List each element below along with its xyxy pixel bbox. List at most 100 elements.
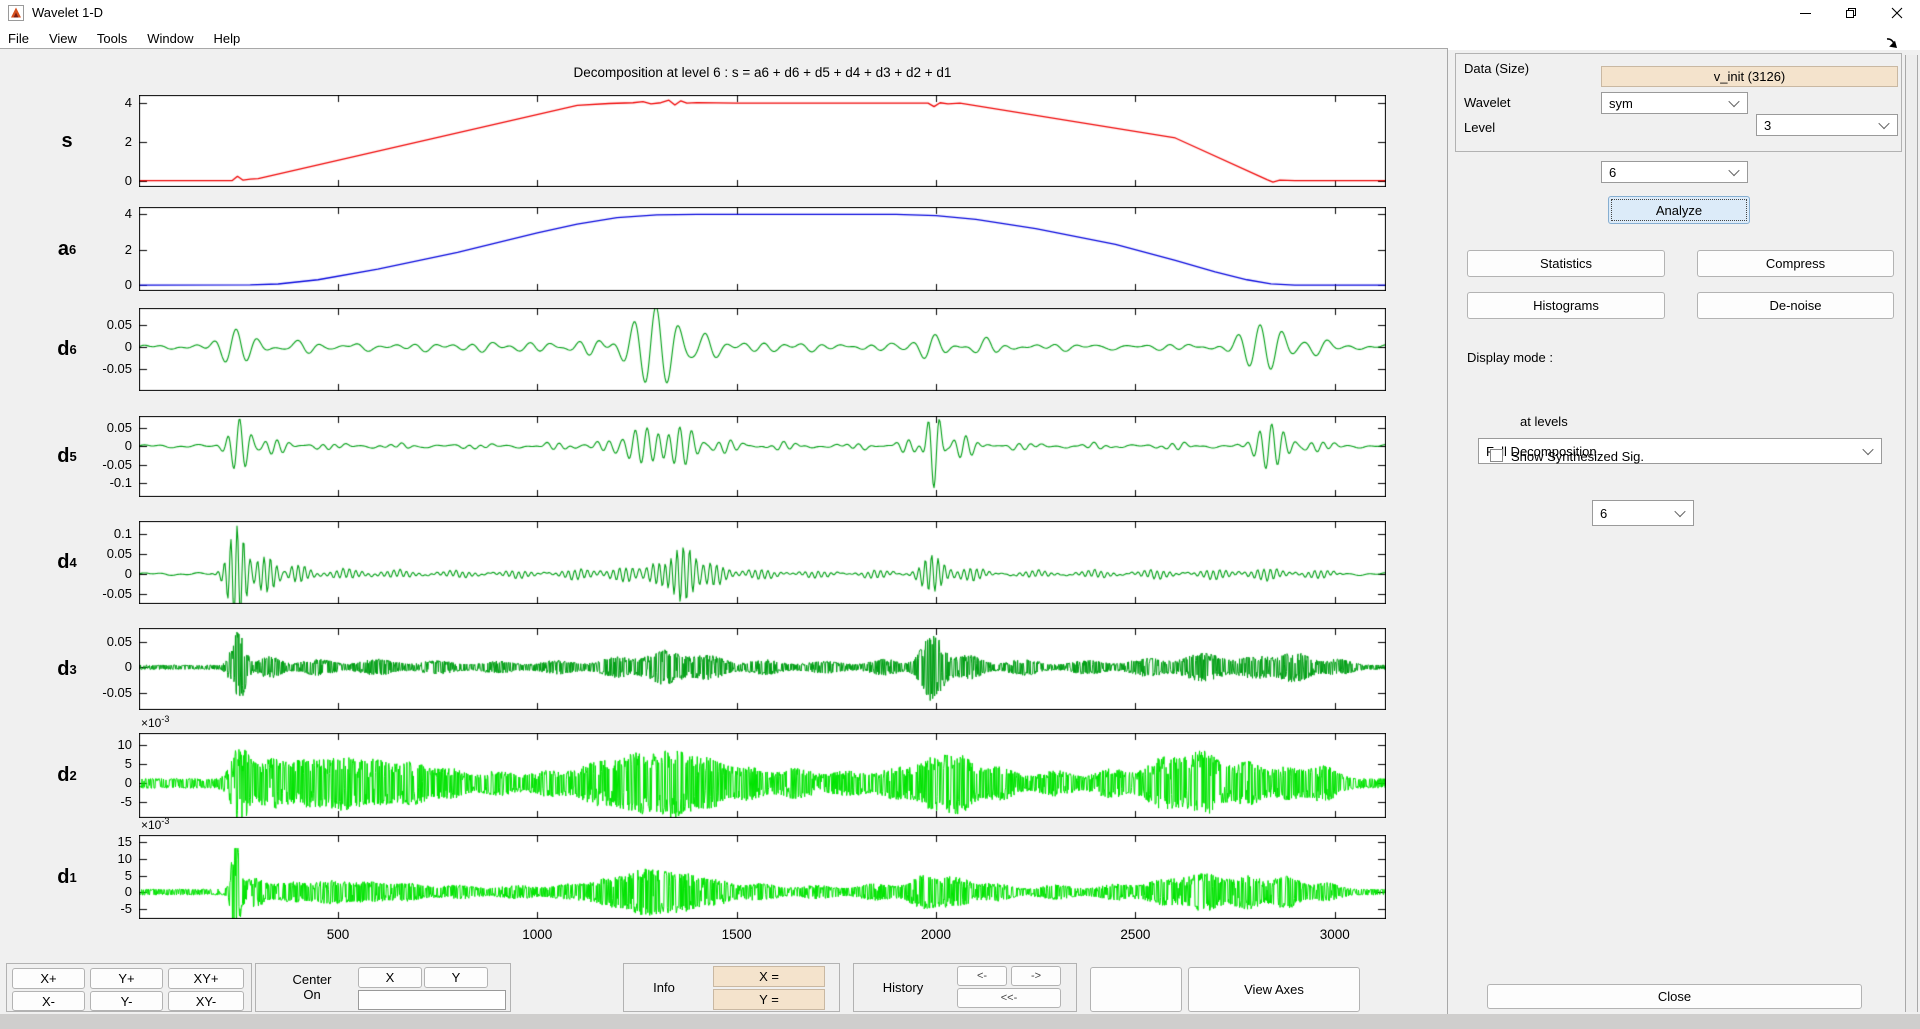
plot-axes-d4[interactable]	[139, 521, 1386, 604]
y-tick-label: 0.1	[66, 526, 132, 541]
window-title: Wavelet 1-D	[32, 5, 103, 20]
plot-axes-a6[interactable]	[139, 207, 1386, 291]
y-tick-label: 0.05	[66, 420, 132, 435]
data-name-field: v_init (3126)	[1601, 66, 1898, 87]
at-levels-dropdown[interactable]: 6	[1592, 500, 1694, 526]
minimize-button[interactable]	[1782, 0, 1828, 26]
menu-bar: File View Tools Window Help	[0, 26, 1920, 50]
subplot-row-a6: a6420	[0, 207, 1447, 291]
subplot-row-d5: d50.050-0.05-0.1	[0, 416, 1447, 497]
data-size-label: Data (Size)	[1464, 61, 1529, 76]
plot-axes-d3[interactable]	[139, 628, 1386, 710]
subplot-row-d3: d30.050-0.05	[0, 628, 1447, 710]
close-window-button[interactable]	[1874, 0, 1920, 26]
plot-axes-d6[interactable]	[139, 308, 1386, 391]
y-tick-label: 4	[66, 95, 132, 110]
plot-axes-s[interactable]	[139, 95, 1386, 187]
window-titlebar: Wavelet 1-D	[0, 0, 1920, 26]
y-tick-label: -0.1	[66, 475, 132, 490]
matlab-app-icon	[8, 5, 24, 21]
restore-button[interactable]	[1828, 0, 1874, 26]
x-tick-label: 500	[308, 927, 368, 942]
decomposition-plots-panel: Decomposition at level 6 : s = a6 + d6 +…	[0, 48, 1448, 1015]
wavelet-number-value: 3	[1764, 118, 1771, 133]
show-synthesized-label: Show Synthesized Sig.	[1511, 449, 1644, 464]
center-x-button[interactable]: X	[358, 967, 422, 988]
chevron-down-icon	[1878, 118, 1889, 129]
analyze-button[interactable]: Analyze	[1608, 196, 1750, 224]
y-tick-label: -0.05	[66, 685, 132, 700]
wavelet-family-dropdown[interactable]: sym	[1601, 92, 1748, 114]
close-button[interactable]: Close	[1487, 984, 1862, 1009]
menu-window[interactable]: Window	[137, 26, 203, 50]
y-tick-label: 4	[66, 206, 132, 221]
zoom-y-minus-button[interactable]: Y-	[90, 991, 163, 1011]
statistics-button[interactable]: Statistics	[1467, 250, 1665, 277]
y-tick-label: 0	[66, 438, 132, 453]
zoom-y-plus-button[interactable]: Y+	[90, 968, 163, 989]
plot-axes-d2[interactable]	[139, 733, 1386, 818]
toolbar-blank-button[interactable]	[1090, 967, 1182, 1012]
menu-help[interactable]: Help	[204, 26, 251, 50]
display-mode-label: Display mode :	[1467, 350, 1553, 365]
close-icon	[1891, 7, 1903, 19]
x-tick-label: 2500	[1105, 927, 1165, 942]
center-on-label: Center On	[281, 966, 343, 1008]
y-tick-label: 0	[66, 566, 132, 581]
y-tick-label: 10	[66, 737, 132, 752]
dock-figure-arrow-icon[interactable]	[1885, 36, 1898, 54]
compress-button[interactable]: Compress	[1697, 250, 1894, 277]
show-synthesized-checkbox[interactable]	[1490, 449, 1503, 462]
y-tick-label: 0	[66, 339, 132, 354]
x-tick-label: 2000	[906, 927, 966, 942]
history-back-button[interactable]: <-	[957, 966, 1007, 986]
restore-icon	[1845, 7, 1857, 19]
y-tick-label: 0.05	[66, 634, 132, 649]
denoise-button[interactable]: De-noise	[1697, 292, 1894, 319]
subplot-row-d6: d60.050-0.05	[0, 308, 1447, 391]
info-y-field: Y =	[713, 989, 825, 1010]
y-tick-label: -0.05	[66, 586, 132, 601]
y-tick-label: 0	[66, 775, 132, 790]
y-tick-label: 5	[66, 756, 132, 771]
menu-view[interactable]: View	[39, 26, 87, 50]
y-tick-label: 0	[66, 659, 132, 674]
history-rewind-button[interactable]: <<-	[957, 988, 1061, 1008]
y-tick-label: 15	[66, 834, 132, 849]
wavelet-number-dropdown[interactable]: 3	[1756, 114, 1898, 136]
panel-edge-strip	[1905, 55, 1918, 1012]
y-tick-label: 0.05	[66, 317, 132, 332]
level-dropdown[interactable]: 6	[1601, 161, 1748, 183]
histograms-button[interactable]: Histograms	[1467, 292, 1665, 319]
subplot-row-d2: d21050-5×10-3	[0, 733, 1447, 818]
history-forward-button[interactable]: ->	[1011, 966, 1061, 986]
wavelet-label: Wavelet	[1464, 95, 1510, 110]
y-tick-label: 0	[66, 277, 132, 292]
subplot-row-d4: d40.10.050-0.05	[0, 521, 1447, 604]
plot-axes-d1[interactable]	[139, 835, 1386, 919]
wavelet-family-value: sym	[1609, 96, 1633, 111]
subplot-row-s: s420	[0, 95, 1447, 187]
y-tick-label: 5	[66, 868, 132, 883]
x-tick-label: 3000	[1305, 927, 1365, 942]
y-tick-label: -0.05	[66, 457, 132, 472]
zoom-x-minus-button[interactable]: X-	[12, 991, 85, 1011]
minimize-icon	[1800, 13, 1811, 14]
center-on-input[interactable]	[358, 990, 506, 1010]
y-exponent-label: ×10-3	[141, 714, 169, 730]
zoom-xy-plus-button[interactable]: XY+	[168, 968, 244, 989]
menu-file[interactable]: File	[0, 26, 39, 50]
y-tick-label: 0.05	[66, 546, 132, 561]
view-axes-button[interactable]: View Axes	[1188, 967, 1360, 1012]
zoom-xy-minus-button[interactable]: XY-	[168, 991, 244, 1011]
y-tick-label: 2	[66, 242, 132, 257]
at-levels-value: 6	[1600, 506, 1607, 521]
zoom-x-plus-button[interactable]: X+	[12, 968, 85, 989]
x-tick-label: 1000	[507, 927, 567, 942]
plot-axes-d5[interactable]	[139, 416, 1386, 497]
y-tick-label: 0	[66, 173, 132, 188]
chevron-down-icon	[1862, 444, 1873, 455]
info-label: Info	[636, 963, 692, 1012]
menu-tools[interactable]: Tools	[87, 26, 137, 50]
center-y-button[interactable]: Y	[424, 967, 488, 988]
